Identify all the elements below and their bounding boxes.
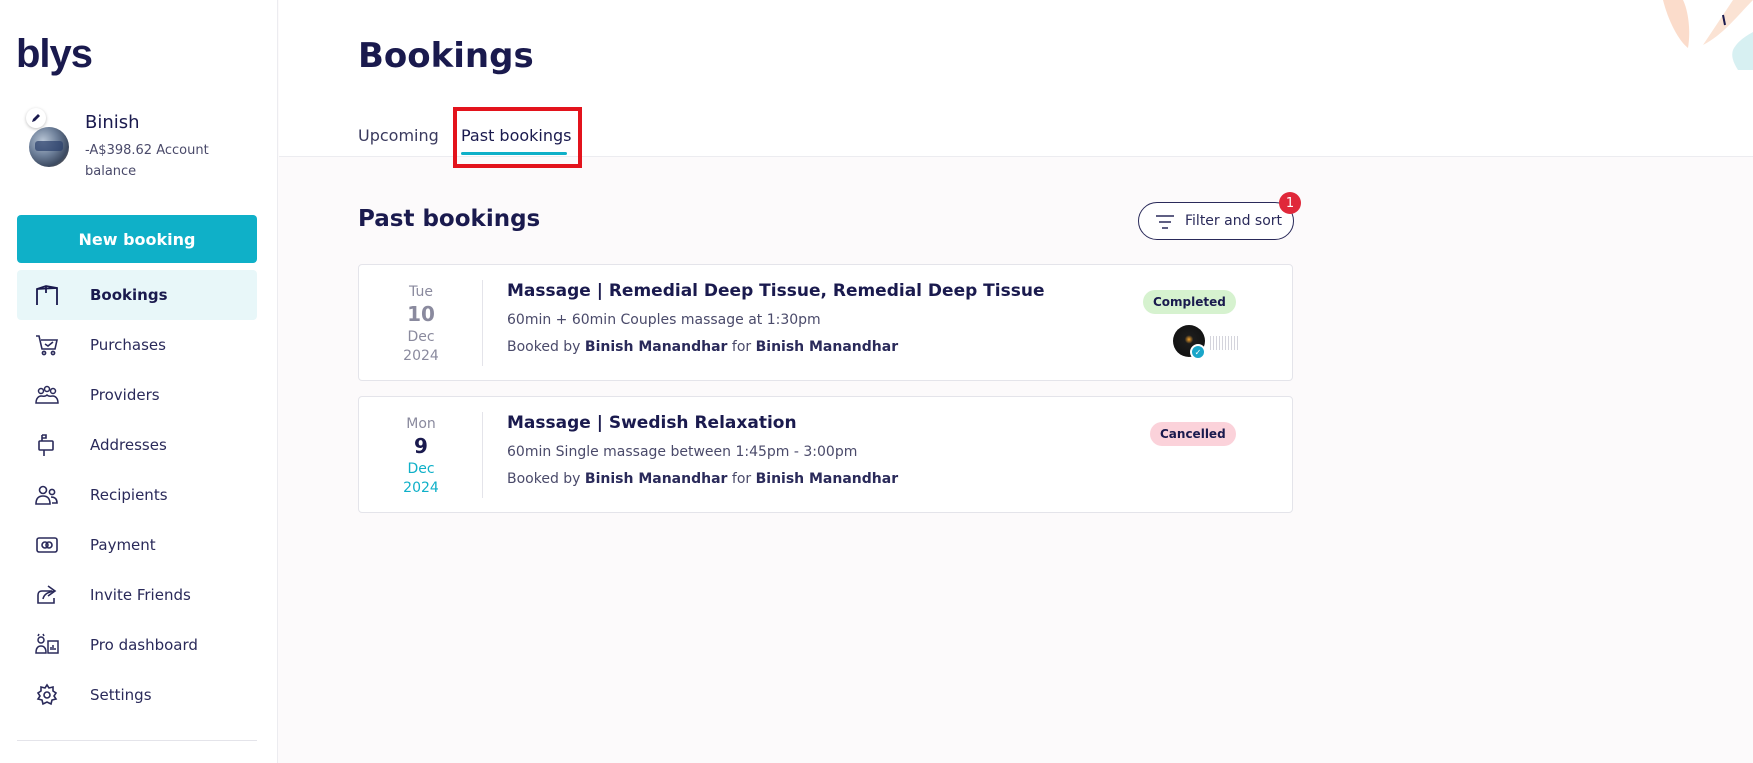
booking-booked-by: Booked by Binish Manandhar for Binish Ma… bbox=[507, 339, 898, 355]
sidebar-item-providers[interactable]: Providers bbox=[17, 370, 257, 420]
booked-by-prefix: Booked by bbox=[507, 339, 581, 355]
pro-dashboard-icon bbox=[35, 633, 59, 654]
new-booking-button[interactable]: New booking bbox=[17, 215, 257, 263]
verified-check-icon: ✓ bbox=[1190, 344, 1206, 360]
provider-name-faded bbox=[1210, 336, 1240, 350]
sidebar-item-bookings[interactable]: Bookings bbox=[17, 270, 257, 320]
booking-card[interactable]: Mon 9 Dec 2024 Massage | Swedish Relaxat… bbox=[358, 396, 1293, 513]
date-year: 2024 bbox=[403, 348, 439, 364]
date-year: 2024 bbox=[403, 480, 439, 496]
avatar[interactable] bbox=[29, 127, 69, 167]
booking-date: Mon 9 Dec 2024 bbox=[359, 415, 483, 497]
profile-section: Binish -A$398.62 Account balance bbox=[26, 108, 266, 188]
booking-card[interactable]: Tue 10 Dec 2024 Massage | Remedial Deep … bbox=[358, 264, 1293, 381]
sidebar-item-addresses[interactable]: Addresses bbox=[17, 420, 257, 470]
date-month: Dec bbox=[407, 329, 435, 345]
edit-profile-button[interactable] bbox=[26, 108, 46, 128]
sidebar-item-payment[interactable]: Payment bbox=[17, 520, 257, 570]
section-title: Past bookings bbox=[358, 206, 541, 232]
pencil-icon bbox=[32, 114, 40, 122]
filter-count-badge: 1 bbox=[1279, 192, 1301, 214]
for-word: for bbox=[731, 471, 752, 487]
booking-booked-by: Booked by Binish Manandhar for Binish Ma… bbox=[507, 471, 898, 487]
page-title: Bookings bbox=[358, 36, 534, 76]
share-icon bbox=[37, 585, 57, 604]
tab-upcoming[interactable]: Upcoming bbox=[358, 126, 439, 145]
blys-logo[interactable]: blys bbox=[16, 32, 93, 76]
recipient-name: Binish Manandhar bbox=[755, 339, 899, 355]
mailbox-icon bbox=[38, 434, 54, 456]
status-badge: Cancelled bbox=[1150, 422, 1236, 446]
card-divider bbox=[482, 412, 483, 498]
sidebar-item-label: Pro dashboard bbox=[90, 636, 198, 654]
recipient-name: Binish Manandhar bbox=[755, 471, 899, 487]
bookings-icon bbox=[36, 285, 58, 305]
booking-detail: 60min Single massage between 1:45pm - 3:… bbox=[507, 444, 858, 460]
sidebar-item-label: Settings bbox=[90, 686, 152, 704]
sidebar-nav: Bookings Purchases Providers Addresses R… bbox=[17, 270, 257, 720]
booking-title: Massage | Remedial Deep Tissue, Remedial… bbox=[507, 281, 1045, 301]
booking-title: Massage | Swedish Relaxation bbox=[507, 413, 797, 433]
filter-label: Filter and sort bbox=[1185, 213, 1283, 229]
payment-icon bbox=[36, 537, 58, 553]
sidebar-item-label: Bookings bbox=[90, 286, 168, 304]
sidebar: blys Binish -A$398.62 Account balance Ne… bbox=[0, 0, 278, 763]
status-badge: Completed bbox=[1143, 290, 1236, 314]
account-balance: -A$398.62 Account balance bbox=[85, 143, 209, 179]
booked-by-name: Binish Manandhar bbox=[584, 339, 728, 355]
date-month: Dec bbox=[407, 461, 435, 477]
date-weekday: Tue bbox=[409, 284, 433, 300]
booking-detail: 60min + 60min Couples massage at 1:30pm bbox=[507, 312, 821, 328]
sidebar-item-label: Recipients bbox=[90, 486, 168, 504]
sidebar-item-label: Addresses bbox=[90, 436, 167, 454]
filter-and-sort-button[interactable]: Filter and sort bbox=[1138, 202, 1294, 240]
sidebar-item-settings[interactable]: Settings bbox=[17, 670, 257, 720]
gear-icon bbox=[36, 683, 58, 706]
sidebar-divider bbox=[17, 740, 257, 741]
booked-by-name: Binish Manandhar bbox=[584, 471, 728, 487]
cart-icon bbox=[36, 335, 58, 356]
date-weekday: Mon bbox=[406, 416, 436, 432]
card-divider bbox=[482, 280, 483, 366]
sidebar-item-label: Providers bbox=[90, 386, 160, 404]
providers-icon bbox=[35, 385, 59, 404]
sidebar-item-label: Invite Friends bbox=[90, 586, 191, 604]
sidebar-item-label: Payment bbox=[90, 536, 156, 554]
sidebar-item-invite-friends[interactable]: Invite Friends bbox=[17, 570, 257, 620]
recipients-icon bbox=[35, 485, 58, 505]
for-word: for bbox=[731, 339, 752, 355]
booked-by-prefix: Booked by bbox=[507, 471, 581, 487]
decorative-leaves bbox=[1663, 0, 1753, 70]
sidebar-item-recipients[interactable]: Recipients bbox=[17, 470, 257, 520]
date-day: 9 bbox=[414, 434, 428, 458]
booking-date: Tue 10 Dec 2024 bbox=[359, 283, 483, 365]
sidebar-item-purchases[interactable]: Purchases bbox=[17, 320, 257, 370]
sidebar-item-label: Purchases bbox=[90, 336, 166, 354]
sidebar-item-pro-dashboard[interactable]: Pro dashboard bbox=[17, 620, 257, 670]
filter-icon bbox=[1156, 215, 1174, 229]
tab-highlight-box bbox=[453, 107, 582, 168]
date-day: 10 bbox=[407, 302, 435, 326]
profile-name: Binish bbox=[85, 112, 140, 133]
